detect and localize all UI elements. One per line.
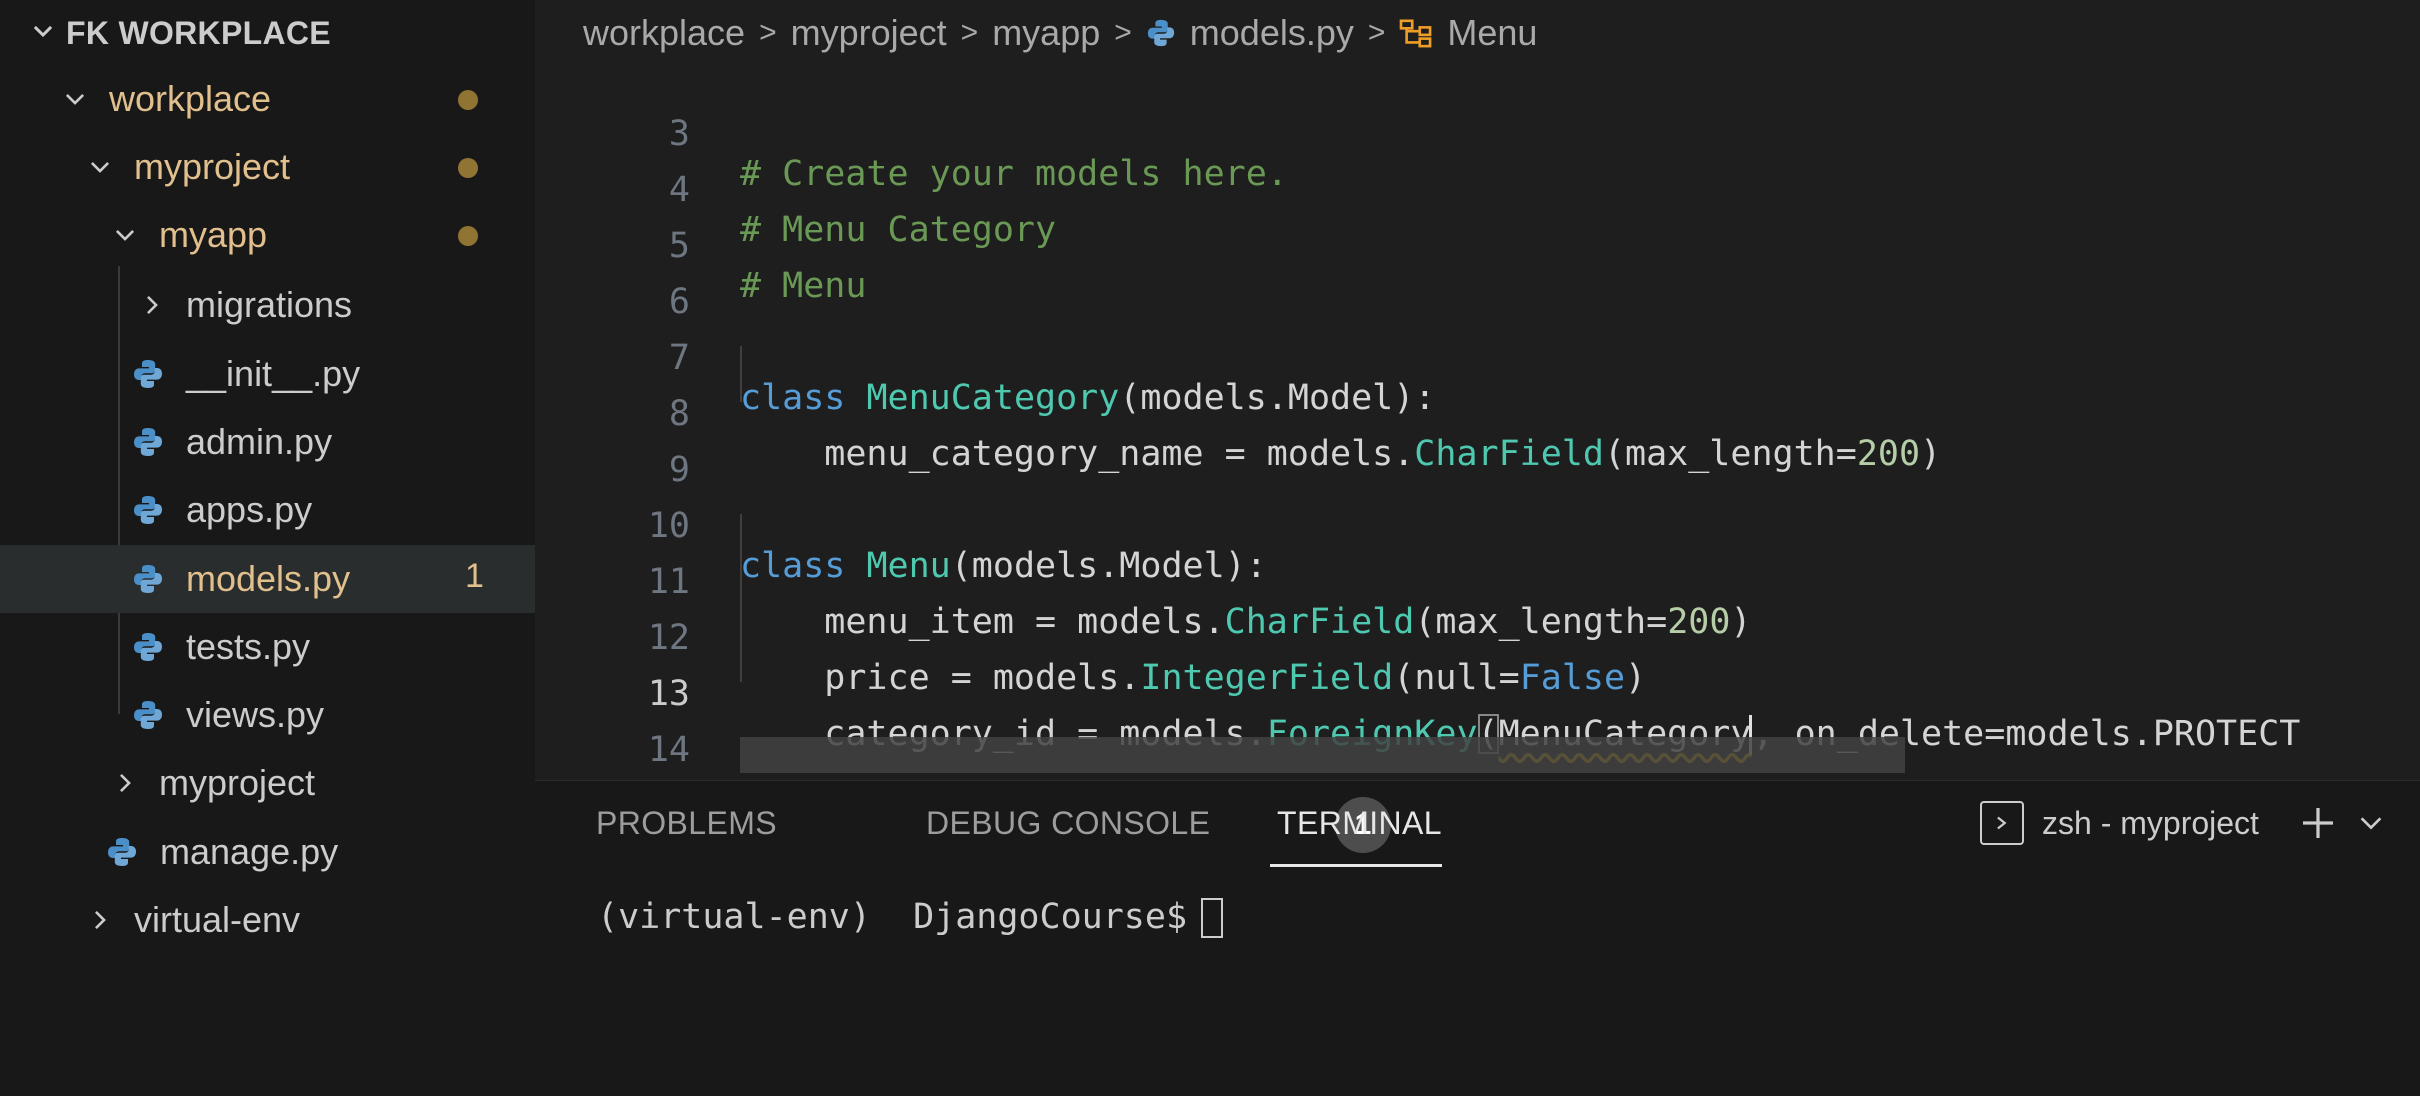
python-file-icon xyxy=(128,422,168,462)
code-line: 7 class MenuCategory(models.Model): xyxy=(535,290,2420,418)
code-line-active: 13 category_id = models.ForeignKey(MenuC… xyxy=(535,626,2420,755)
tree-item-myapp[interactable]: myapp xyxy=(0,201,535,269)
breadcrumb-item[interactable]: Menu xyxy=(1447,12,1537,54)
tree-item-label: admin.py xyxy=(186,421,333,462)
terminal-dropdown-button[interactable] xyxy=(2343,795,2399,851)
tree-item-label: views.py xyxy=(186,694,325,735)
plus-icon xyxy=(2303,808,2333,838)
chevron-down-icon xyxy=(80,147,120,187)
tree-item-label: migrations xyxy=(186,284,353,325)
breadcrumb-item[interactable]: myapp xyxy=(992,12,1100,54)
class-symbol-icon xyxy=(1399,18,1433,48)
tree-item-label: myproject xyxy=(134,146,291,187)
tree-item-init-py[interactable]: __init__.py xyxy=(0,340,535,408)
python-file-icon xyxy=(128,490,168,530)
tree-item-models-py[interactable]: models.py 1 xyxy=(0,545,535,613)
breadcrumb-item[interactable]: myproject xyxy=(791,12,947,54)
modified-dot-icon xyxy=(458,158,478,178)
explorer-header[interactable]: FK WORKPLACE xyxy=(0,0,535,66)
code-line: 6 xyxy=(535,234,2420,322)
chevron-down-icon xyxy=(2360,817,2382,830)
chevron-right-icon xyxy=(132,285,172,325)
chevron-right-icon xyxy=(80,900,120,940)
tree-item-myproject[interactable]: myproject xyxy=(0,133,535,201)
horizontal-scrollbar[interactable] xyxy=(740,737,1905,773)
terminal-icon xyxy=(1980,801,2024,845)
chevron-down-icon xyxy=(105,215,145,255)
tree-item-virtual-env[interactable]: virtual-env xyxy=(0,886,535,954)
tree-item-tests-py[interactable]: tests.py xyxy=(0,613,535,681)
code-line: 10 class Menu(models.Model): xyxy=(535,458,2420,586)
breadcrumb-item[interactable]: models.py xyxy=(1190,12,1354,54)
add-terminal-button[interactable] xyxy=(2290,795,2346,851)
tree-item-label: myproject xyxy=(159,762,316,803)
tree-item-views-py[interactable]: views.py xyxy=(0,681,535,749)
chevron-right-icon: > xyxy=(1114,16,1132,49)
chevron-right-icon: > xyxy=(759,16,777,49)
tree-item-label: __init__.py xyxy=(186,353,361,394)
python-file-icon xyxy=(128,559,168,599)
python-file-icon xyxy=(128,695,168,735)
breadcrumb-item[interactable]: workplace xyxy=(583,12,745,54)
code-line: 11 menu_item = models.CharField(max_leng… xyxy=(535,514,2420,642)
code-line: 4 # Menu Category xyxy=(535,122,2420,250)
tree-item-admin-py[interactable]: admin.py xyxy=(0,408,535,476)
chevron-right-icon: > xyxy=(1367,16,1386,49)
tree-item-apps-py[interactable]: apps.py xyxy=(0,476,535,544)
modified-dot-icon xyxy=(458,226,478,246)
chevron-down-icon xyxy=(55,79,95,119)
chevron-right-icon xyxy=(105,763,145,803)
chevron-right-icon: > xyxy=(960,16,979,49)
tab-problems[interactable]: PROBLEMS xyxy=(596,805,777,842)
tree-item-label: manage.py xyxy=(160,831,339,872)
code-line: 5 # Menu xyxy=(535,178,2420,306)
code-line: 12 price = models.IntegerField(null=Fals… xyxy=(535,570,2420,698)
tree-item-label: apps.py xyxy=(186,489,313,530)
code-line: 9 xyxy=(535,402,2420,490)
terminal-prompt: (virtual-env) DjangoCourse$ xyxy=(597,897,1188,937)
tree-item-label: myapp xyxy=(159,214,268,255)
chevron-down-icon xyxy=(30,15,66,52)
python-file-icon xyxy=(1146,18,1176,48)
tree-item-label: models.py xyxy=(186,558,351,599)
tree-item-workplace[interactable]: workplace xyxy=(0,65,535,133)
terminal-selector[interactable]: zsh - myproject xyxy=(1980,801,2259,845)
terminal-output[interactable]: (virtual-env) DjangoCourse$ xyxy=(597,897,1224,938)
tree-item-label: workplace xyxy=(109,78,272,119)
python-file-icon xyxy=(128,354,168,394)
modified-dot-icon xyxy=(458,90,478,110)
code-area[interactable]: 3 # Create your models here. 4 # Menu Ca… xyxy=(535,66,2420,780)
active-tab-indicator xyxy=(1270,864,1442,867)
code-line: 3 # Create your models here. xyxy=(535,66,2420,194)
tree-item-migrations[interactable]: migrations xyxy=(0,271,535,339)
tab-debug-console[interactable]: DEBUG CONSOLE xyxy=(926,805,1210,842)
breadcrumb: workplace > myproject > myapp > models.p… xyxy=(535,0,2420,66)
terminal-name: zsh - myproject xyxy=(2042,804,2259,841)
code-editor[interactable]: workplace > myproject > myapp > models.p… xyxy=(535,0,2420,780)
python-file-icon xyxy=(128,627,168,667)
tree-item-myproject-inner[interactable]: myproject xyxy=(0,749,535,817)
explorer-title: FK WORKPLACE xyxy=(66,14,331,51)
tree-item-manage-py[interactable]: manage.py xyxy=(0,818,535,886)
terminal-cursor xyxy=(1201,898,1224,938)
problems-count-badge: 1 xyxy=(465,557,484,595)
python-file-icon xyxy=(102,832,142,872)
bottom-panel: PROBLEMS 1 DEBUG CONSOLE TERMINAL zsh - … xyxy=(535,780,2420,1096)
tab-terminal[interactable]: TERMINAL xyxy=(1277,805,1442,842)
code-line: 14 xyxy=(535,682,2420,770)
code-line: 8 menu_category_name = models.CharField(… xyxy=(535,346,2420,474)
explorer-sidebar: FK WORKPLACE workplace myproject myapp m… xyxy=(0,0,535,1096)
tree-item-label: tests.py xyxy=(186,626,311,667)
panel-tabs: PROBLEMS 1 DEBUG CONSOLE TERMINAL zsh - … xyxy=(535,781,2420,871)
tree-item-label: virtual-env xyxy=(134,899,301,940)
